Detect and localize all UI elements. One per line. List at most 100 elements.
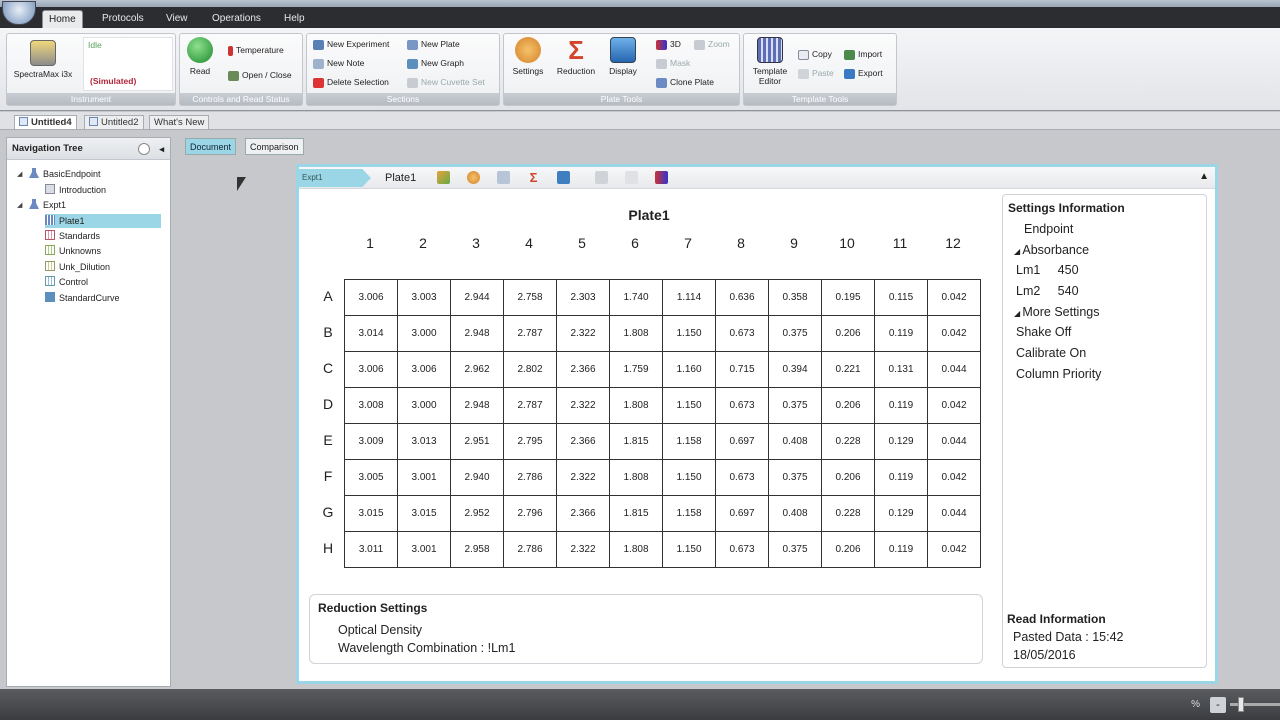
well-cell[interactable]: 0.044: [927, 495, 981, 532]
well-cell[interactable]: 3.000: [397, 315, 451, 352]
well-cell[interactable]: 2.952: [450, 495, 504, 532]
tab-home[interactable]: Home: [42, 10, 83, 28]
magnifier-icon[interactable]: [625, 171, 638, 184]
tab-help[interactable]: Help: [278, 10, 311, 28]
read-button[interactable]: Read: [184, 37, 216, 76]
well-cell[interactable]: 0.206: [821, 315, 875, 352]
well-cell[interactable]: 0.042: [927, 315, 981, 352]
well-cell[interactable]: 2.795: [503, 423, 557, 460]
well-cell[interactable]: 1.158: [662, 495, 716, 532]
well-cell[interactable]: 3.001: [397, 531, 451, 568]
3d-icon[interactable]: [655, 171, 668, 184]
well-cell[interactable]: 2.322: [556, 315, 610, 352]
gear-icon[interactable]: [467, 171, 480, 184]
well-cell[interactable]: 1.808: [609, 315, 663, 352]
tree-item-standards[interactable]: Standards: [45, 229, 100, 243]
settings-button[interactable]: Settings: [508, 37, 548, 76]
well-cell[interactable]: 2.366: [556, 495, 610, 532]
well-cell[interactable]: 0.228: [821, 495, 875, 532]
instrument-button[interactable]: SpectraMax i3x: [11, 40, 75, 79]
well-cell[interactable]: 2.802: [503, 351, 557, 388]
well-cell[interactable]: 0.042: [927, 279, 981, 316]
well-cell[interactable]: 3.005: [344, 459, 398, 496]
well-cell[interactable]: 2.303: [556, 279, 610, 316]
export-button[interactable]: Export: [844, 66, 883, 80]
copy-button[interactable]: Copy: [798, 47, 832, 61]
well-cell[interactable]: 0.044: [927, 351, 981, 388]
tree-item-introduction[interactable]: Introduction: [45, 183, 106, 197]
new-plate-button[interactable]: New Plate: [407, 37, 460, 51]
well-cell[interactable]: 0.206: [821, 459, 875, 496]
well-cell[interactable]: 2.940: [450, 459, 504, 496]
well-cell[interactable]: 0.119: [874, 531, 928, 568]
well-cell[interactable]: 3.015: [397, 495, 451, 532]
new-graph-button[interactable]: New Graph: [407, 56, 464, 70]
well-cell[interactable]: 1.740: [609, 279, 663, 316]
clone-plate-button[interactable]: Clone Plate: [656, 75, 714, 89]
zoom-button[interactable]: Zoom: [694, 37, 730, 51]
well-cell[interactable]: 3.006: [344, 279, 398, 316]
well-cell[interactable]: 0.042: [927, 387, 981, 424]
well-cell[interactable]: 2.948: [450, 387, 504, 424]
well-cell[interactable]: 1.759: [609, 351, 663, 388]
expand-expt1-icon[interactable]: ◢: [17, 201, 22, 209]
well-cell[interactable]: 0.042: [927, 459, 981, 496]
well-cell[interactable]: 2.322: [556, 387, 610, 424]
tab-comparison[interactable]: Comparison: [245, 138, 304, 155]
zoom-out-button[interactable]: -: [1210, 697, 1226, 713]
open-close-button[interactable]: Open / Close: [228, 68, 292, 82]
well-cell[interactable]: 0.408: [768, 495, 822, 532]
well-cell[interactable]: 2.758: [503, 279, 557, 316]
well-cell[interactable]: 3.000: [397, 387, 451, 424]
well-cell[interactable]: 1.150: [662, 387, 716, 424]
well-cell[interactable]: 0.129: [874, 495, 928, 532]
well-cell[interactable]: 2.786: [503, 531, 557, 568]
paste-button[interactable]: Paste: [798, 66, 834, 80]
well-cell[interactable]: 0.697: [715, 423, 769, 460]
new-note-button[interactable]: New Note: [313, 56, 364, 70]
well-cell[interactable]: 0.697: [715, 495, 769, 532]
well-cell[interactable]: 0.044: [927, 423, 981, 460]
tree-item-plate1[interactable]: Plate1: [45, 214, 161, 228]
template-editor-button[interactable]: Template Editor: [748, 37, 792, 86]
zoom-slider-thumb[interactable]: [1238, 697, 1244, 712]
app-menu-button[interactable]: [2, 1, 36, 25]
well-cell[interactable]: 0.206: [821, 531, 875, 568]
well-cell[interactable]: 2.948: [450, 315, 504, 352]
well-cell[interactable]: 0.375: [768, 531, 822, 568]
tab-document[interactable]: Document: [185, 138, 237, 155]
well-cell[interactable]: 2.322: [556, 531, 610, 568]
collapse-nav-icon[interactable]: ◂: [159, 138, 164, 160]
well-cell[interactable]: 0.394: [768, 351, 822, 388]
well-cell[interactable]: 0.129: [874, 423, 928, 460]
well-cell[interactable]: 3.014: [344, 315, 398, 352]
well-cell[interactable]: 0.673: [715, 315, 769, 352]
well-cell[interactable]: 0.115: [874, 279, 928, 316]
well-cell[interactable]: 0.206: [821, 387, 875, 424]
monitor-icon[interactable]: [557, 171, 570, 184]
sigma-icon[interactable]: Σ: [527, 171, 540, 184]
well-cell[interactable]: 1.808: [609, 531, 663, 568]
tree-item-expt1[interactable]: Expt1: [29, 198, 66, 212]
well-cell[interactable]: 2.322: [556, 459, 610, 496]
tree-item-standard-curve[interactable]: StandardCurve: [45, 291, 120, 305]
well-cell[interactable]: 1.808: [609, 459, 663, 496]
wand-icon[interactable]: [437, 171, 450, 184]
tree-item-control[interactable]: Control: [45, 275, 88, 289]
well-cell[interactable]: 1.158: [662, 423, 716, 460]
well-cell[interactable]: 0.119: [874, 315, 928, 352]
well-cell[interactable]: 0.636: [715, 279, 769, 316]
mask-icon[interactable]: [595, 171, 608, 184]
import-button[interactable]: Import: [844, 47, 882, 61]
table-icon[interactable]: [497, 171, 510, 184]
well-cell[interactable]: 0.673: [715, 531, 769, 568]
well-cell[interactable]: 3.003: [397, 279, 451, 316]
nav-search-icon[interactable]: [138, 143, 150, 155]
well-cell[interactable]: 1.160: [662, 351, 716, 388]
well-cell[interactable]: 2.951: [450, 423, 504, 460]
well-cell[interactable]: 0.042: [927, 531, 981, 568]
well-cell[interactable]: 2.786: [503, 459, 557, 496]
well-cell[interactable]: 1.815: [609, 495, 663, 532]
tree-item-unknowns[interactable]: Unknowns: [45, 244, 101, 258]
well-cell[interactable]: 3.006: [344, 351, 398, 388]
